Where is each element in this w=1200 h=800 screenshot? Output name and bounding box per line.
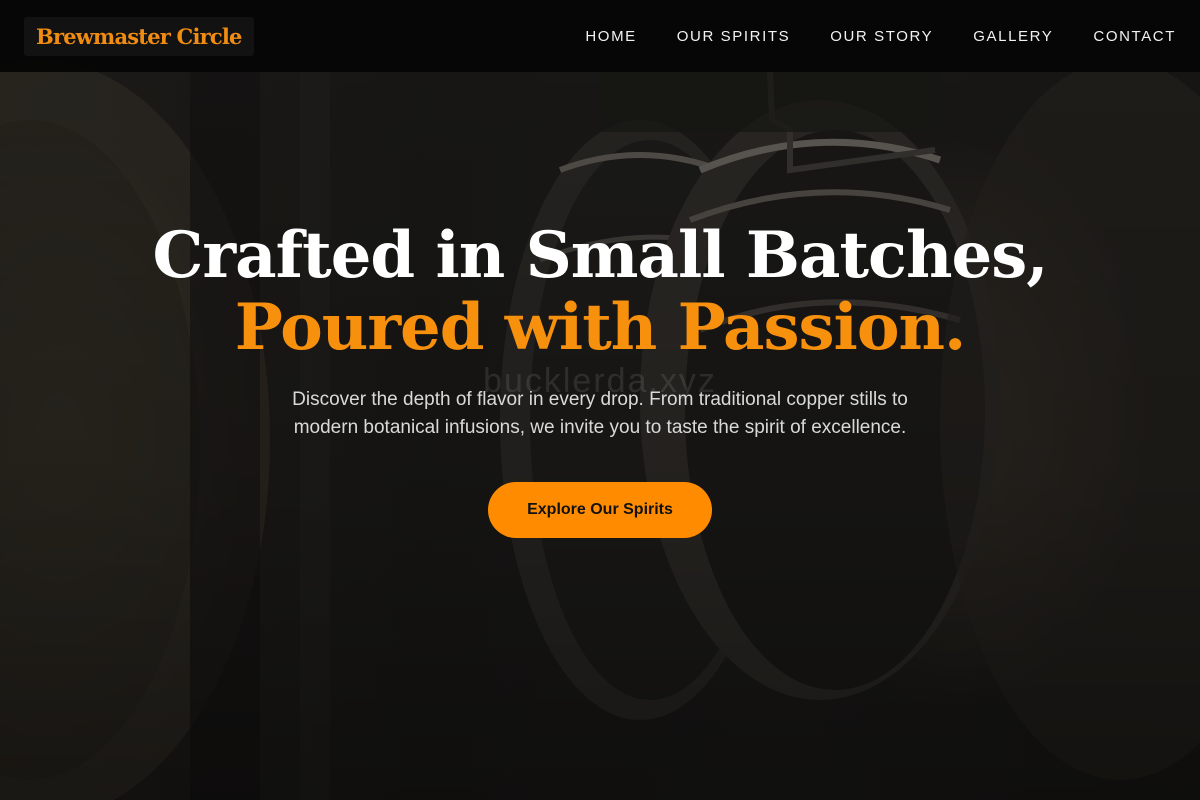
top-navigation: Brewmaster Circle HOME OUR SPIRITS OUR S… — [0, 0, 1200, 72]
nav-item-our-story[interactable]: OUR STORY — [830, 28, 933, 45]
headline-line-2: Poured with Passion. — [234, 290, 967, 365]
explore-spirits-button[interactable]: Explore Our Spirits — [488, 482, 712, 538]
hero-description: Discover the depth of flavor in every dr… — [292, 389, 908, 438]
headline-line-1: Crafted in Small Batches, — [152, 218, 1048, 293]
nav-links: HOME OUR SPIRITS OUR STORY GALLERY CONTA… — [545, 28, 1176, 45]
nav-item-gallery[interactable]: GALLERY — [973, 28, 1053, 45]
nav-item-our-spirits[interactable]: OUR SPIRITS — [677, 28, 790, 45]
brand-logo[interactable]: Brewmaster Circle — [24, 16, 254, 56]
hero-headline: Crafted in Small Batches, Poured with Pa… — [0, 220, 1200, 364]
hero-content: Crafted in Small Batches, Poured with Pa… — [0, 220, 1200, 538]
nav-item-home[interactable]: HOME — [585, 28, 636, 45]
nav-item-contact[interactable]: CONTACT — [1093, 28, 1176, 45]
